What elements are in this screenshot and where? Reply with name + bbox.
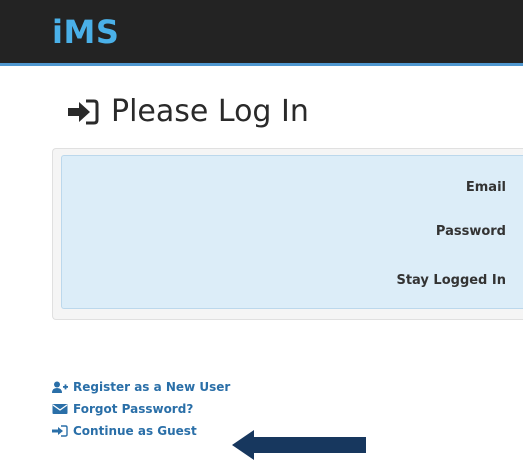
continue-as-guest-link[interactable]: Continue as Guest [52,420,230,442]
stay-logged-in-label: Stay Logged In [396,273,506,288]
continue-as-guest-link-label: Continue as Guest [73,424,197,438]
sign-in-icon [68,99,99,125]
left-arrow-annotation [232,430,366,460]
email-label: Email [465,180,506,195]
navbar: iMS [0,0,523,66]
sign-in-icon [52,425,68,437]
brand-logo[interactable]: iMS [52,12,119,52]
auth-links: Register as a New User Forgot Password? … [52,376,230,442]
envelope-icon [52,404,68,414]
user-plus-icon [52,381,68,393]
login-form: Email Password Stay Logged In [61,155,523,309]
register-link-label: Register as a New User [73,380,231,394]
register-link[interactable]: Register as a New User [52,376,230,398]
forgot-password-link-label: Forgot Password? [73,402,194,416]
page-title: Please Log In [67,92,309,132]
page-title-text: Please Log In [111,94,309,129]
forgot-password-link[interactable]: Forgot Password? [52,398,230,420]
login-page: iMS Please Log In Email Password Stay Lo… [0,0,523,461]
password-label: Password [435,224,506,239]
